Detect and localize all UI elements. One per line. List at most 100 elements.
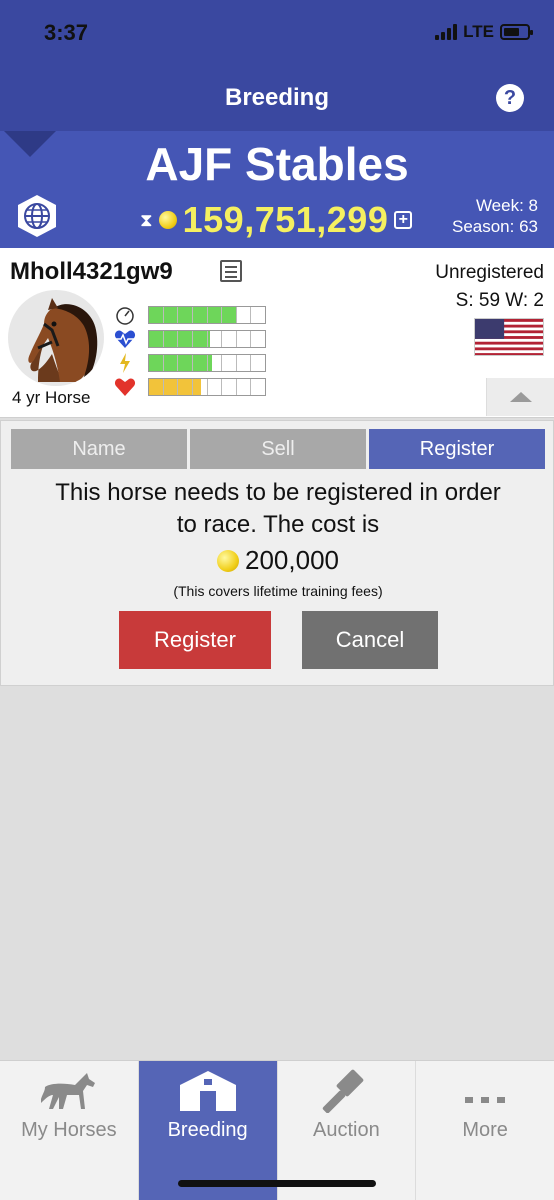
bar-segment — [178, 355, 193, 371]
bar-segment — [222, 379, 237, 395]
action-tabs: Name Sell Register — [11, 429, 545, 469]
message-line-1: This horse needs to be registered in ord… — [55, 479, 501, 506]
signal-icon — [435, 24, 458, 40]
tab-more[interactable]: More — [416, 1061, 554, 1200]
bar-segment — [149, 379, 164, 395]
tab-sell[interactable]: Sell — [190, 429, 366, 469]
speedometer-icon — [114, 304, 136, 326]
register-cost: 200,000 — [1, 545, 554, 576]
tab-label: Breeding — [167, 1119, 248, 1141]
horse-head-icon — [28, 298, 98, 382]
register-panel: Name Sell Register This horse needs to b… — [0, 420, 554, 686]
bar-segment — [193, 331, 208, 347]
cost-value: 200,000 — [245, 545, 339, 575]
message-line-2: to race. The cost is — [176, 511, 380, 538]
register-message: This horse needs to be registered in ord… — [1, 477, 554, 541]
bar-segment — [193, 307, 208, 323]
bar-segment — [208, 379, 223, 395]
more-dots-icon — [465, 1097, 506, 1103]
week-label: Week: 8 — [475, 196, 538, 215]
page-title: Breeding — [224, 84, 329, 111]
bar-segment — [193, 379, 208, 395]
funds: ⧗ 159,751,299 + — [140, 199, 413, 241]
funds-value: 159,751,299 — [182, 199, 389, 240]
bar-segment — [237, 379, 252, 395]
stat-health — [114, 375, 266, 399]
us-flag-icon — [474, 318, 544, 356]
season-label: Season: 63 — [451, 217, 538, 236]
home-indicator — [178, 1180, 376, 1187]
horse-icon — [40, 1073, 95, 1109]
tab-name[interactable]: Name — [11, 429, 187, 469]
bar-segment — [251, 331, 265, 347]
tab-my-horses[interactable]: My Horses — [0, 1061, 139, 1200]
register-button[interactable]: Register — [119, 611, 271, 669]
bar-segment — [251, 307, 265, 323]
status-indicators: LTE — [435, 22, 533, 42]
health-bar — [148, 378, 266, 396]
bar-segment — [222, 355, 237, 371]
stat-stamina — [114, 327, 266, 351]
race-record: S: 59 W: 2 — [455, 290, 544, 311]
bar-segment — [178, 331, 193, 347]
help-icon[interactable]: ? — [496, 84, 524, 112]
bar-segment — [237, 307, 252, 323]
hourglass-icon[interactable]: ⧗ — [140, 210, 153, 231]
bar-segment — [208, 307, 223, 323]
bar-segment — [178, 379, 193, 395]
stable-name: AJF Stables — [145, 138, 409, 190]
barn-icon — [179, 1071, 236, 1111]
stat-speed — [114, 303, 266, 327]
stable-header: AJF Stables ⧗ 159,751,299 + Week: 8 Seas… — [0, 131, 554, 248]
tab-label: More — [462, 1119, 508, 1141]
tab-register[interactable]: Register — [369, 429, 545, 469]
lightning-icon — [114, 352, 136, 374]
horse-stats — [114, 303, 266, 399]
heart-icon — [114, 376, 136, 398]
bar-segment — [164, 379, 179, 395]
registration-status: Unregistered — [435, 262, 544, 283]
coin-icon — [217, 549, 239, 572]
battery-icon — [500, 24, 533, 40]
bar-segment — [164, 355, 179, 371]
plus-icon[interactable]: + — [394, 211, 413, 229]
bar-segment — [237, 331, 252, 347]
bar-segment — [237, 355, 252, 371]
bar-segment — [149, 331, 164, 347]
bottom-tab-bar: My Horses Breeding Auction More — [0, 1060, 554, 1200]
bar-segment — [193, 355, 208, 371]
speed-bar — [148, 306, 266, 324]
bar-segment — [208, 355, 223, 371]
cost-note: (This covers lifetime training fees) — [173, 583, 383, 599]
bar-segment — [208, 331, 223, 347]
collapse-card-button[interactable] — [486, 378, 554, 416]
bar-segment — [164, 307, 179, 323]
energy-bar — [148, 354, 266, 372]
bar-segment — [251, 355, 265, 371]
status-time: 3:37 — [44, 20, 89, 45]
bar-segment — [178, 307, 193, 323]
week-season: Week: 8 Season: 63 — [452, 195, 538, 237]
bar-segment — [149, 307, 164, 323]
horse-name: Mholl4321gw9 — [10, 258, 173, 285]
horse-age: 4 yr Horse — [12, 388, 91, 407]
horse-card: Mholl4321gw9 4 yr Horse Unregistered S: … — [0, 248, 554, 418]
tab-label: Auction — [313, 1119, 380, 1141]
bar-segment — [149, 355, 164, 371]
tab-label: My Horses — [21, 1119, 117, 1141]
cancel-button[interactable]: Cancel — [302, 611, 438, 669]
horse-avatar[interactable] — [8, 290, 104, 386]
bar-segment — [222, 331, 237, 347]
coin-icon — [158, 211, 177, 229]
heartbeat-icon — [114, 328, 136, 350]
bar-segment — [222, 307, 237, 323]
stat-energy — [114, 351, 266, 375]
notes-icon[interactable] — [220, 260, 242, 282]
top-bar: 3:37 LTE Breeding ? — [0, 0, 554, 131]
gavel-icon — [323, 1069, 364, 1113]
bar-segment — [164, 331, 179, 347]
network-label: LTE — [463, 22, 494, 41]
bar-segment — [251, 379, 265, 395]
stamina-bar — [148, 330, 266, 348]
globe-icon[interactable] — [14, 193, 60, 239]
